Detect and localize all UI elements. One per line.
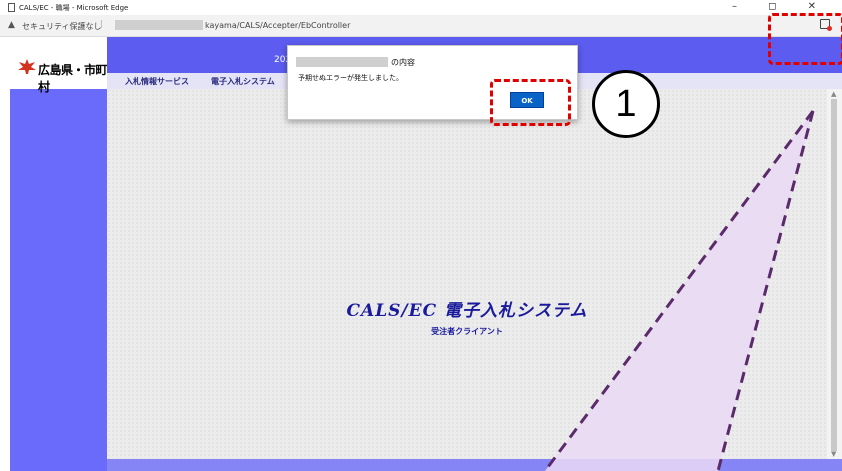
pointer-overlay (543, 110, 815, 471)
